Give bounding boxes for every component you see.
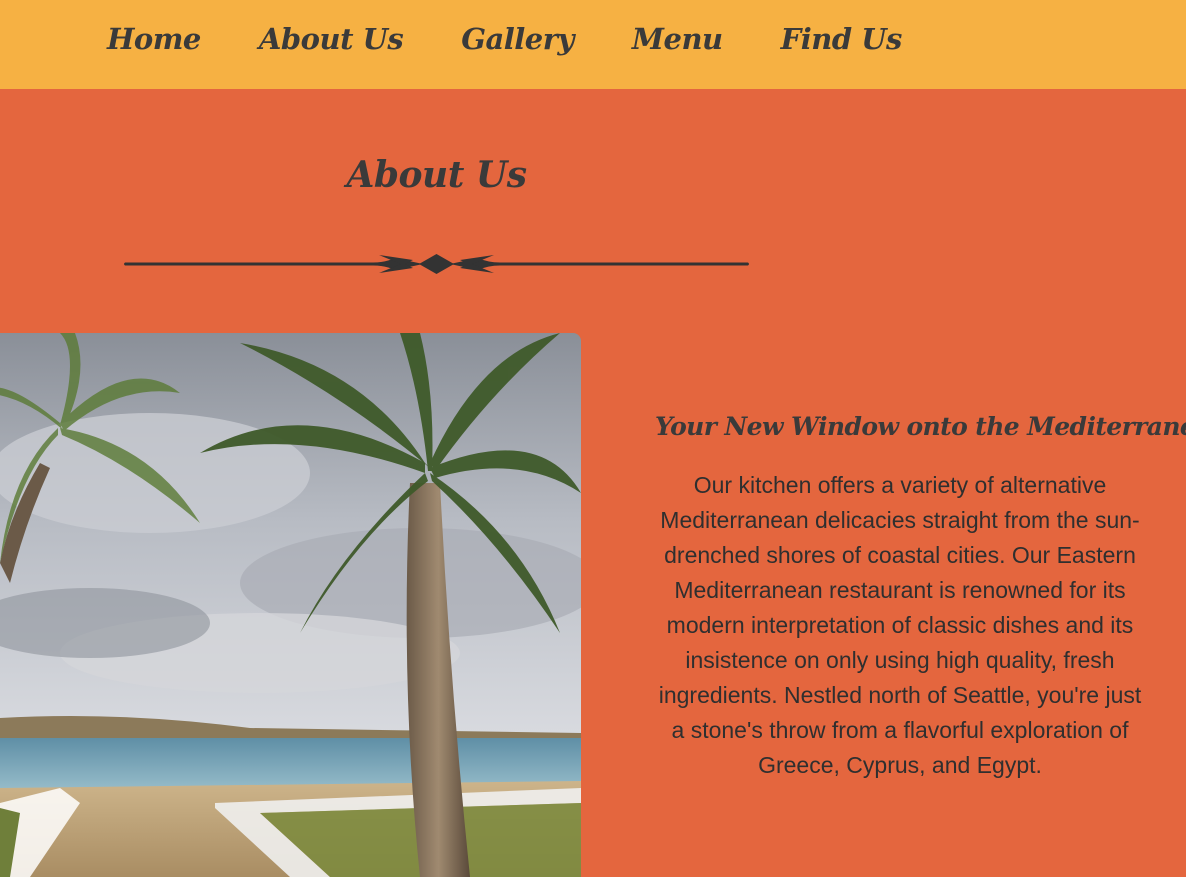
about-subtitle: Your New Window onto the Mediterranean: [655, 412, 1186, 441]
top-navbar: Home About Us Gallery Menu Find Us: [0, 0, 1186, 89]
nav-about-us-link[interactable]: About Us: [259, 22, 404, 56]
nav-home-link[interactable]: Home: [107, 22, 201, 56]
beach-palm-photo: [0, 333, 581, 877]
ornamental-divider: [124, 254, 749, 274]
nav-menu: Home About Us Gallery Menu Find Us: [107, 22, 960, 56]
nav-gallery-link[interactable]: Gallery: [461, 22, 574, 56]
page-title: About Us: [346, 154, 527, 196]
about-text-section: Your New Window onto the Mediterranean O…: [655, 412, 1186, 783]
nav-find-us-link[interactable]: Find Us: [781, 22, 903, 56]
nav-menu-link[interactable]: Menu: [632, 22, 723, 56]
about-description: Our kitchen offers a variety of alternat…: [658, 472, 1142, 778]
